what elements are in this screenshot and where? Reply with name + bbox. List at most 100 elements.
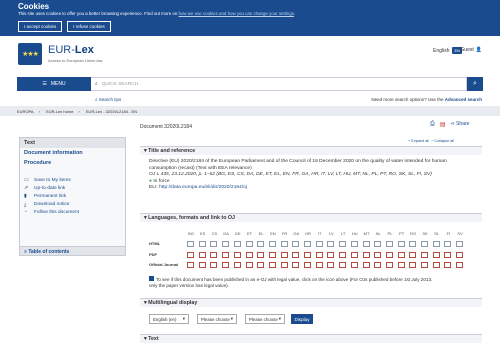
sidebar-item-text[interactable]: Text <box>20 138 125 148</box>
pdf-icon[interactable] <box>350 252 358 258</box>
pdf-icon[interactable] <box>409 252 417 258</box>
html-icon[interactable] <box>339 241 347 247</box>
pdf-icon[interactable]: ▤ <box>440 121 446 128</box>
eli-link[interactable]: http://data.europa.eu/eli/dir/2020/2184/… <box>159 185 247 190</box>
permanent-link[interactable]: ▮ Permanent link <box>20 193 125 201</box>
language-selector[interactable]: English EN <box>433 47 462 54</box>
oj-icon[interactable] <box>268 262 276 268</box>
language-select-2[interactable]: Please choose ▾ <box>197 314 237 324</box>
html-icon[interactable] <box>432 241 440 247</box>
html-icon[interactable] <box>257 241 265 247</box>
oj-icon[interactable] <box>432 262 440 268</box>
pdf-icon[interactable] <box>304 252 311 258</box>
oj-icon[interactable] <box>198 262 206 268</box>
oj-icon[interactable] <box>245 262 253 268</box>
pdf-icon[interactable] <box>444 252 452 258</box>
pdf-icon[interactable] <box>456 252 464 258</box>
html-icon[interactable] <box>315 241 323 247</box>
share-button[interactable]: ⋖ Share <box>450 121 469 128</box>
html-icon[interactable] <box>444 241 452 247</box>
html-icon[interactable] <box>362 241 370 247</box>
eurlex-logo[interactable]: ★★★ <box>18 43 42 65</box>
html-icon[interactable] <box>374 241 382 247</box>
sidebar-item-document-information[interactable]: Document information <box>20 148 125 158</box>
pdf-icon[interactable] <box>339 252 347 258</box>
language-select-3[interactable]: Please choose ▾ <box>245 314 285 324</box>
oj-icon[interactable] <box>233 262 241 268</box>
title-reference-header[interactable]: ▾ Title and reference <box>140 146 482 155</box>
pdf-icon[interactable] <box>257 252 265 258</box>
cookie-policy-link[interactable]: how we use cookies and how you can chang… <box>179 11 294 16</box>
multilingual-display-header[interactable]: ▾ Multilingual display <box>140 298 482 307</box>
up-to-date-link[interactable]: ⇗ Up-to-date link <box>20 185 125 193</box>
html-icon[interactable] <box>397 241 405 247</box>
advanced-search-link[interactable]: Advanced search <box>445 97 482 102</box>
collapse-all-link[interactable]: − Collapse all <box>431 139 454 143</box>
oj-icon[interactable] <box>350 262 358 268</box>
oj-icon[interactable] <box>374 262 382 268</box>
pdf-icon[interactable] <box>210 252 218 258</box>
oj-icon[interactable] <box>385 262 393 268</box>
html-icon[interactable] <box>409 241 417 247</box>
display-button[interactable]: Display <box>291 314 313 324</box>
oj-icon[interactable] <box>397 262 405 268</box>
oj-icon[interactable] <box>409 262 417 268</box>
oj-icon[interactable] <box>210 262 218 268</box>
text-section-header[interactable]: ▾ Text <box>140 334 482 343</box>
html-icon[interactable] <box>187 241 194 247</box>
oj-icon[interactable] <box>421 262 428 268</box>
html-icon[interactable] <box>456 241 464 247</box>
pdf-icon[interactable] <box>222 252 230 258</box>
pdf-icon[interactable] <box>268 252 276 258</box>
oj-icon[interactable] <box>292 262 300 268</box>
quick-search-input[interactable]: ⌕ QUICK SEARCH <box>91 77 467 91</box>
oj-icon[interactable] <box>315 262 323 268</box>
download-notice[interactable]: ⤓ Download notice <box>20 201 125 209</box>
breadcrumb-europa[interactable]: EUROPA <box>17 109 34 114</box>
html-icon[interactable] <box>245 241 253 247</box>
pdf-icon[interactable] <box>374 252 382 258</box>
search-submit-button[interactable]: ⌕ <box>467 77 483 91</box>
oj-icon[interactable] <box>362 262 370 268</box>
pdf-icon[interactable] <box>362 252 370 258</box>
oj-icon[interactable] <box>444 262 452 268</box>
html-icon[interactable] <box>222 241 230 247</box>
refuse-cookies-button[interactable]: I refuse cookies <box>67 21 111 32</box>
breadcrumb-eurlex-home[interactable]: EUR-Lex home <box>46 109 73 114</box>
oj-icon[interactable] <box>339 262 347 268</box>
pdf-icon[interactable] <box>397 252 405 258</box>
html-icon[interactable] <box>198 241 206 247</box>
html-icon[interactable] <box>233 241 241 247</box>
pdf-icon[interactable] <box>315 252 323 258</box>
html-icon[interactable] <box>210 241 218 247</box>
print-icon[interactable]: ⎙ <box>430 121 435 128</box>
pdf-icon[interactable] <box>292 252 300 258</box>
oj-icon[interactable] <box>456 262 464 268</box>
guest-login[interactable]: Guest 👤 <box>460 47 482 53</box>
pdf-icon[interactable] <box>421 252 428 258</box>
pdf-icon[interactable] <box>198 252 206 258</box>
html-icon[interactable] <box>421 241 428 247</box>
html-icon[interactable] <box>268 241 276 247</box>
table-of-contents-toggle[interactable]: ≡ Table of contents <box>19 246 126 256</box>
pdf-icon[interactable] <box>432 252 440 258</box>
oj-icon[interactable] <box>327 262 335 268</box>
pdf-icon[interactable] <box>187 252 194 258</box>
oj-icon[interactable] <box>257 262 265 268</box>
html-icon[interactable] <box>280 241 288 247</box>
menu-button[interactable]: ☰ MENU <box>17 77 91 91</box>
search-tips-link[interactable]: ⌕ Search tips <box>95 97 121 102</box>
pdf-icon[interactable] <box>233 252 241 258</box>
oj-icon[interactable] <box>187 262 194 268</box>
pdf-icon[interactable] <box>385 252 393 258</box>
languages-formats-header[interactable]: ▾ Languages, formats and link to OJ <box>140 213 482 222</box>
oj-icon[interactable] <box>280 262 288 268</box>
sidebar-item-procedure[interactable]: Procedure <box>20 158 125 168</box>
html-icon[interactable] <box>385 241 393 247</box>
accept-cookies-button[interactable]: I accept cookies <box>18 21 63 32</box>
oj-icon[interactable] <box>304 262 311 268</box>
expand-all-link[interactable]: + Expand all <box>408 139 429 143</box>
html-icon[interactable] <box>350 241 358 247</box>
html-icon[interactable] <box>292 241 300 247</box>
pdf-icon[interactable] <box>280 252 288 258</box>
